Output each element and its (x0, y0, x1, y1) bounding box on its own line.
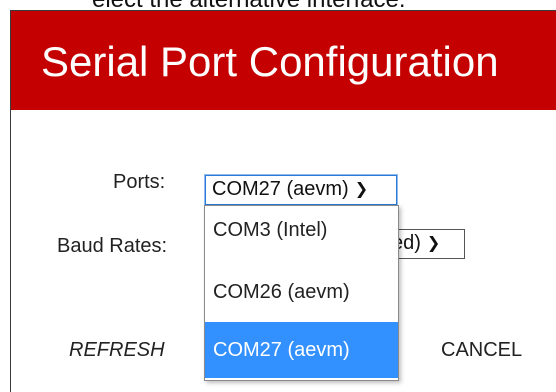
ports-selected-value: COM27 (aevm) (212, 178, 349, 200)
refresh-button[interactable]: REFRESH (69, 339, 165, 362)
chevron-down-icon: ❯ (426, 235, 441, 252)
port-option-highlighted[interactable]: COM27 (aevm) (205, 322, 398, 378)
ports-label: Ports: (113, 171, 166, 193)
chevron-down-icon: ❯ (354, 181, 369, 198)
ports-select[interactable]: COM27 (aevm) ❯ (205, 175, 397, 205)
cancel-button[interactable]: CANCEL (441, 339, 522, 362)
serial-port-dialog: Serial Port Configuration Ports: COM27 (… (10, 10, 556, 392)
port-option[interactable]: COM26 (aevm) (205, 264, 398, 320)
dialog-header: Serial Port Configuration (11, 11, 556, 110)
ports-dropdown-list: COM3 (Intel) COM26 (aevm) COM27 (aevm) (204, 205, 399, 381)
screen: elect the alternative interface: Serial … (0, 0, 556, 392)
baud-rates-label: Baud Rates: (57, 235, 168, 257)
port-option[interactable]: COM3 (Intel) (205, 206, 398, 262)
dialog-title: Serial Port Configuration (41, 38, 499, 85)
